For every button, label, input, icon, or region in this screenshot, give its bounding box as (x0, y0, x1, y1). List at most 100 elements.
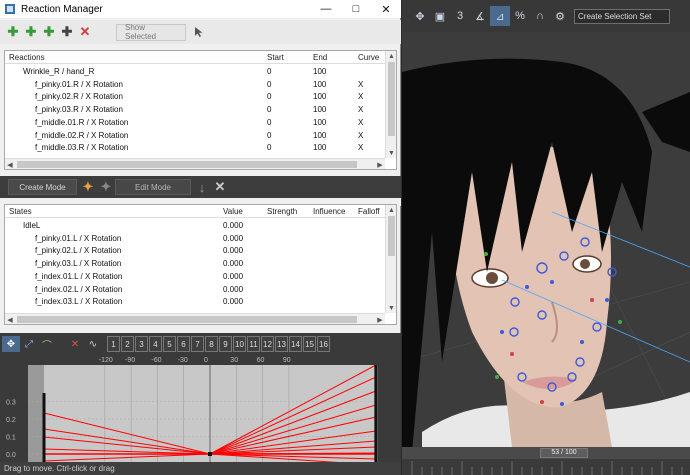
frame-button[interactable]: 14 (289, 336, 302, 352)
reaction-curve[interactable]: X (358, 143, 363, 152)
reaction-curve[interactable]: X (358, 118, 363, 127)
frame-button[interactable]: 11 (247, 336, 260, 352)
table-row[interactable]: f_index.03.L / X Rotation 0.000 (5, 295, 385, 308)
table-row[interactable]: f_pinky.03.L / X Rotation 0.000 (5, 257, 385, 270)
create-mode-button[interactable]: Create Mode (8, 179, 77, 195)
arrow-down-icon[interactable]: ↓ (193, 178, 211, 196)
scroll-right-icon[interactable]: ▶ (375, 314, 385, 324)
scroll-right-icon[interactable]: ▶ (375, 159, 385, 169)
col-reactions[interactable]: Reactions (9, 53, 45, 62)
curve-plot[interactable]: -120-90-60-3003060900.30.20.10.0-0.1-0.2 (0, 353, 401, 473)
frame-button[interactable]: 15 (303, 336, 316, 352)
scroll-left-icon[interactable]: ◀ (5, 314, 15, 324)
hscroll-thumb[interactable] (17, 161, 357, 168)
angle-snap-icon[interactable]: ∡ (470, 6, 490, 26)
close-button[interactable]: ✕ (371, 0, 401, 18)
edit-mode-button[interactable]: Edit Mode (115, 179, 191, 195)
col-curve[interactable]: Curve (358, 53, 379, 62)
set-key-icon[interactable]: ✦ (79, 178, 97, 196)
percent-snap-icon[interactable]: ⊿ (490, 6, 510, 26)
maximize-button[interactable]: □ (341, 0, 371, 18)
scroll-up-icon[interactable]: ▲ (386, 205, 396, 215)
table-row[interactable]: f_middle.03.R / X Rotation 0 100 X (5, 141, 385, 154)
frame-button[interactable]: 7 (191, 336, 204, 352)
state-value[interactable]: 0.000 (223, 297, 243, 306)
spinner-snap-icon[interactable]: ∩ (530, 6, 550, 26)
frame-button[interactable]: 16 (317, 336, 330, 352)
frame-button[interactable]: 10 (233, 336, 246, 352)
col-value[interactable]: Value (223, 207, 243, 216)
scroll-down-icon[interactable]: ▼ (386, 148, 396, 158)
table-row[interactable]: f_index.02.L / X Rotation 0.000 (5, 283, 385, 296)
frame-button[interactable]: 12 (261, 336, 274, 352)
key-point[interactable] (208, 452, 212, 456)
title-bar[interactable]: Reaction Manager — □ ✕ (0, 0, 401, 18)
table-row[interactable]: f_index.01.L / X Rotation 0.000 (5, 270, 385, 283)
state-value[interactable]: 0.000 (223, 246, 243, 255)
table-row[interactable]: f_pinky.02.R / X Rotation 0 100 X (5, 90, 385, 103)
time-slider-thumb[interactable]: 53 / 100 (540, 448, 588, 458)
col-start[interactable]: Start (267, 53, 284, 62)
col-end[interactable]: End (313, 53, 327, 62)
state-value[interactable]: 0.000 (223, 221, 243, 230)
reaction-curve[interactable]: X (358, 105, 363, 114)
add-state-icon[interactable]: ✚ (40, 23, 58, 41)
table-row[interactable]: f_middle.02.R / X Rotation 0 100 X (5, 129, 385, 142)
table-row[interactable]: IdleL 0.000 (5, 219, 385, 232)
state-value[interactable]: 0.000 (223, 234, 243, 243)
scroll-left-icon[interactable]: ◀ (5, 159, 15, 169)
state-value[interactable]: 0.000 (223, 272, 243, 281)
snap3-icon[interactable]: 3 (450, 6, 470, 26)
add-slave-icon[interactable]: ✚ (58, 23, 76, 41)
col-falloff[interactable]: Falloff (358, 207, 380, 216)
col-states[interactable]: States (9, 207, 32, 216)
timeline-ruler[interactable] (402, 459, 690, 475)
states-vscroll[interactable]: ▲ ▼ (385, 205, 396, 313)
time-slider[interactable]: 53 / 100 (402, 447, 690, 459)
table-row[interactable]: f_pinky.01.R / X Rotation 0 100 X (5, 78, 385, 91)
reactions-vscroll[interactable]: ▲ ▼ (385, 51, 396, 158)
frame-button[interactable]: 6 (177, 336, 190, 352)
curve-icon[interactable]: ∿ (84, 336, 102, 352)
hscroll-thumb[interactable] (17, 316, 357, 323)
states-hscroll[interactable]: ◀ ▶ (5, 313, 385, 324)
reactions-hscroll[interactable]: ◀ ▶ (5, 158, 385, 169)
move-keys-icon[interactable]: ✥ (2, 336, 20, 352)
reaction-curve[interactable]: X (358, 92, 363, 101)
table-row[interactable]: Wrinkle_R / hand_R 0 100 (5, 65, 385, 78)
col-influence[interactable]: Influence (313, 207, 345, 216)
named-sel-icon[interactable]: ⚙ (550, 6, 570, 26)
delete-key-icon[interactable]: ✕ (66, 336, 84, 352)
table-row[interactable]: f_pinky.03.R / X Rotation 0 100 X (5, 103, 385, 116)
frame-button[interactable]: 9 (219, 336, 232, 352)
selection-set-dropdown[interactable]: Create Selection Set (574, 8, 670, 24)
select-move-icon[interactable]: ✥ (410, 6, 430, 26)
pick-cursor-icon[interactable] (190, 23, 208, 41)
scroll-down-icon[interactable]: ▼ (386, 303, 396, 313)
delete-state-icon[interactable]: ✕ (211, 178, 229, 196)
add-master-icon[interactable]: ✚ (4, 23, 22, 41)
delete-icon[interactable]: ✕ (76, 23, 94, 41)
table-row[interactable]: f_middle.01.R / X Rotation 0 100 X (5, 116, 385, 129)
col-strength[interactable]: Strength (267, 207, 297, 216)
scroll-up-icon[interactable]: ▲ (386, 51, 396, 61)
frame-button[interactable]: 4 (149, 336, 162, 352)
reaction-curve[interactable]: X (358, 80, 363, 89)
scroll-thumb[interactable] (388, 62, 395, 136)
percent-icon[interactable]: % (510, 6, 530, 26)
state-value[interactable]: 0.000 (223, 285, 243, 294)
table-row[interactable]: f_pinky.02.L / X Rotation 0.000 (5, 244, 385, 257)
show-selected-button[interactable]: Show Selected (116, 23, 186, 41)
tangent-icon[interactable]: ⌒ (38, 336, 56, 352)
scroll-thumb[interactable] (388, 216, 395, 256)
frame-button[interactable]: 1 (107, 336, 120, 352)
frame-button[interactable]: 2 (121, 336, 134, 352)
add-selected-icon[interactable]: ✚ (22, 23, 40, 41)
minimize-button[interactable]: — (311, 0, 341, 18)
frame-button[interactable]: 5 (163, 336, 176, 352)
frame-button[interactable]: 13 (275, 336, 288, 352)
frame-button[interactable]: 8 (205, 336, 218, 352)
scale-keys-icon[interactable]: ⤢ (20, 336, 38, 352)
viewport[interactable]: ✥ ▣ 3 ∡ ⊿ % ∩ ⚙ Create Selection Set 53 … (402, 0, 690, 475)
reaction-curve[interactable]: X (358, 131, 363, 140)
